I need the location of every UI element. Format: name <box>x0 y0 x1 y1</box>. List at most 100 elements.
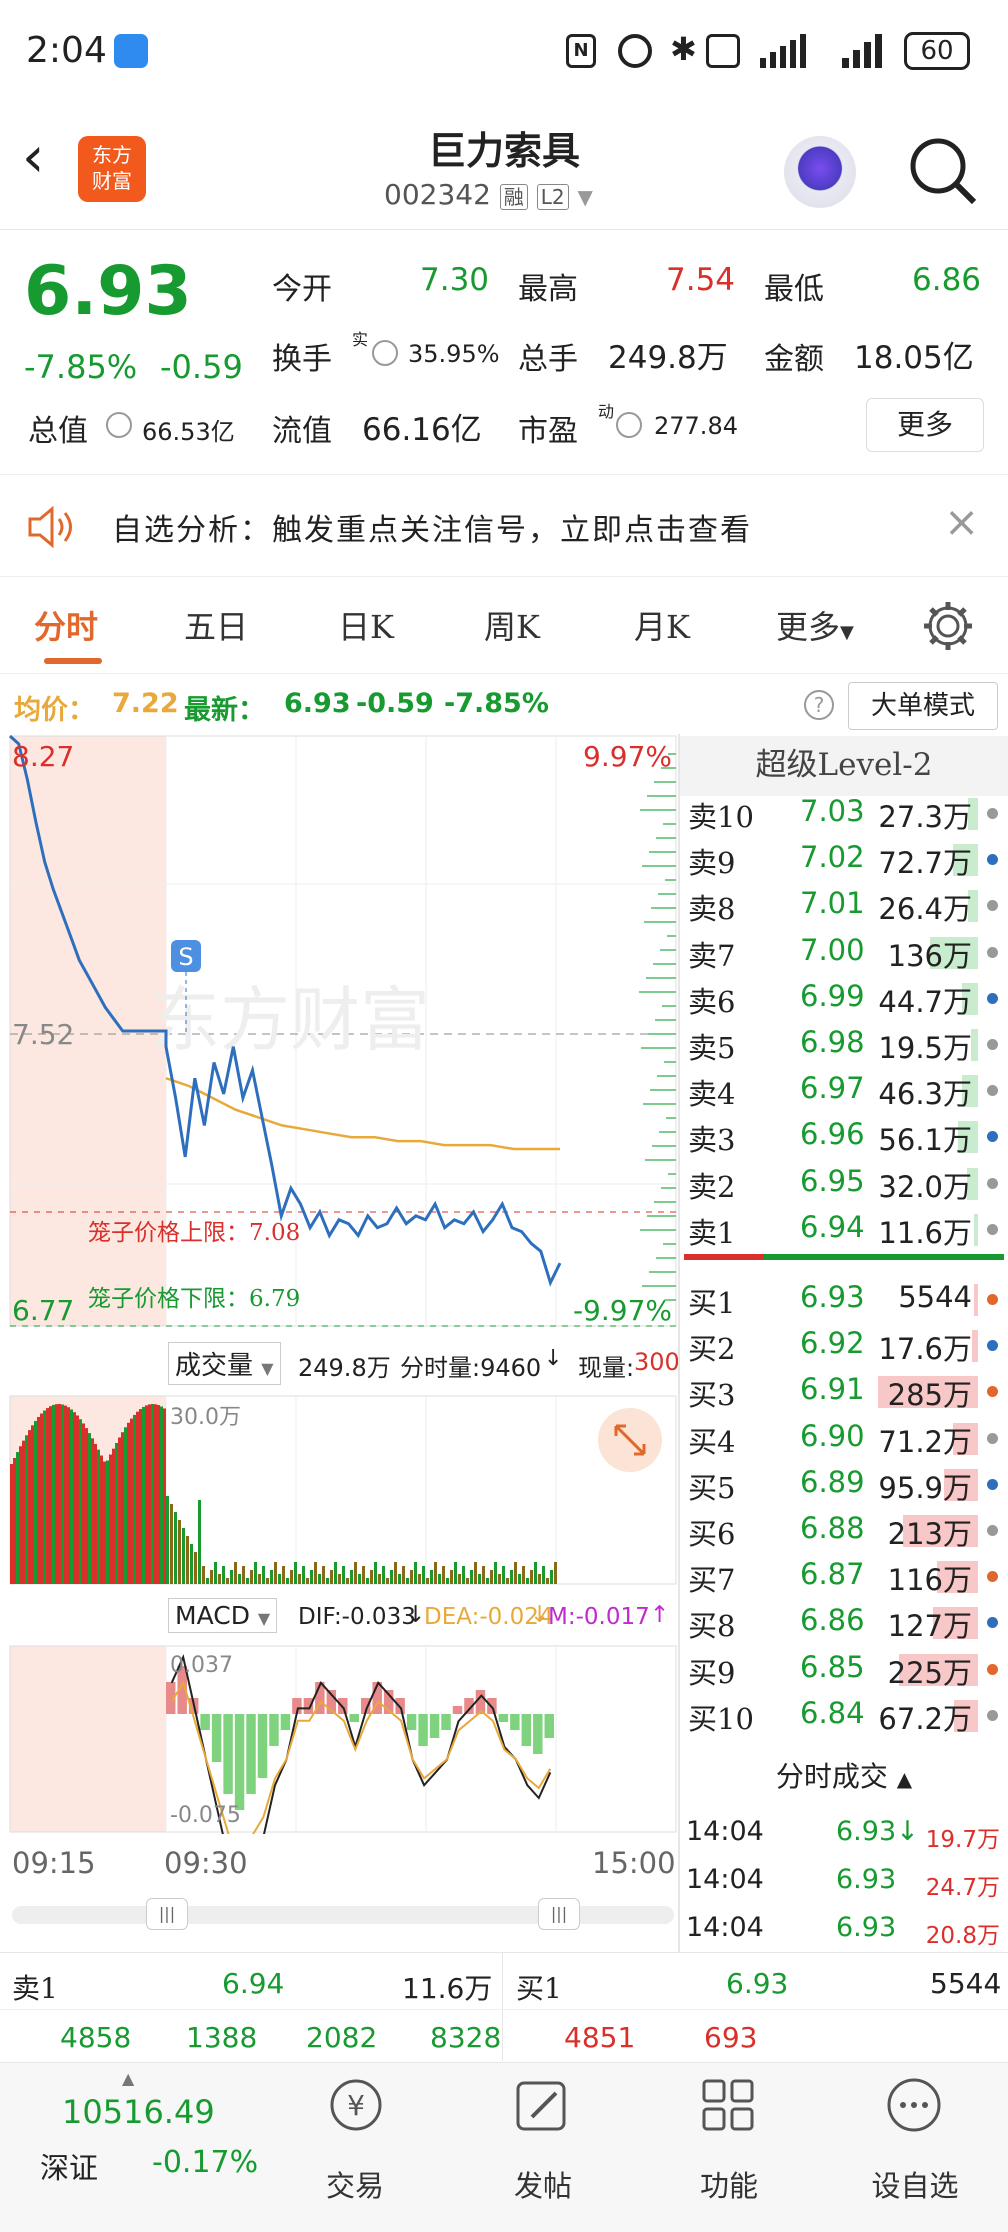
level2-title[interactable]: 超级Level-2 <box>680 736 1008 796</box>
bid-row[interactable]: 买9 6.85 225万 <box>688 1646 1008 1692</box>
bid-row[interactable]: 买6 6.88 213万 <box>688 1507 1008 1553</box>
bid-row[interactable]: 买5 6.89 95.9万 <box>688 1461 1008 1507</box>
tick-row: 14:04 6.93 20.8万 <box>686 1906 1002 1952</box>
volume-bar <box>16 1452 19 1584</box>
tab-month-k[interactable]: 月K <box>634 602 690 648</box>
help-icon[interactable]: ? <box>804 690 834 720</box>
nav-trade[interactable]: 交易 <box>290 2163 420 2205</box>
volume-bar <box>85 1428 88 1584</box>
volume-bar <box>210 1570 213 1584</box>
volume-bar <box>506 1578 509 1584</box>
nav-add-watchlist[interactable]: 设自选 <box>850 2163 980 2205</box>
volume-bar <box>115 1442 118 1584</box>
nav-functions[interactable]: 功能 <box>664 2163 794 2205</box>
ask-row[interactable]: 卖3 6.96 56.1万 <box>688 1113 1008 1159</box>
volume-bar <box>174 1512 177 1584</box>
info-icon[interactable] <box>372 340 398 366</box>
tab-day-k[interactable]: 日K <box>338 602 394 648</box>
robot-assistant-icon[interactable] <box>784 136 856 208</box>
tick-volume: 19.7万 <box>925 1827 1000 1853</box>
ask-row[interactable]: 卖5 6.98 19.5万 <box>688 1021 1008 1067</box>
tab-more[interactable]: 更多▼ <box>776 602 854 648</box>
m-arrow-icon: ↑ <box>650 1602 670 1628</box>
bid-label: 买9 <box>688 1655 736 1690</box>
volume-selector[interactable]: 成交量 ▼ <box>168 1342 281 1385</box>
range-handle-right[interactable]: ||| <box>538 1898 580 1930</box>
ask-row[interactable]: 卖8 7.01 26.4万 <box>688 882 1008 928</box>
volume-bar <box>290 1570 293 1584</box>
info-icon-2[interactable] <box>106 412 132 438</box>
volume-bar <box>118 1437 121 1584</box>
post-icon[interactable] <box>512 2075 572 2135</box>
macd-selector-label: MACD <box>175 1601 250 1630</box>
close-icon[interactable]: × <box>944 497 979 546</box>
volume-bar <box>342 1566 345 1584</box>
macd-bar <box>211 1714 222 1762</box>
volume-bar <box>434 1562 437 1584</box>
ticks-header[interactable]: 分时成交 ▲ <box>680 1752 1008 1804</box>
ask-vol: 27.3万 <box>878 800 972 834</box>
big-order-mode-button[interactable]: 大单模式 <box>848 682 998 730</box>
macd-bar <box>223 1714 233 1794</box>
more-button[interactable]: 更多 <box>866 398 984 452</box>
tab-week-k[interactable]: 周K <box>484 602 540 648</box>
bid-row[interactable]: 买10 6.84 67.2万 <box>688 1692 1008 1738</box>
volume-bar <box>534 1562 537 1584</box>
index-value[interactable]: 10516.49 <box>62 2093 215 2131</box>
volume-bar <box>330 1570 333 1584</box>
search-icon[interactable] <box>908 136 978 206</box>
functions-icon[interactable] <box>698 2075 758 2135</box>
stock-code-row[interactable]: 002342 融 L2 ▼ <box>384 178 593 211</box>
volume-bar <box>170 1504 173 1584</box>
trade-icon[interactable]: ¥ <box>326 2075 386 2135</box>
intraday-chart[interactable]: 东方财富 S 8.27 7.52 6.77 9.97% -9.97% 笼子价格上… <box>0 734 678 1334</box>
ask-price: 7.02 <box>800 840 865 875</box>
add-watchlist-icon[interactable] <box>884 2075 944 2135</box>
signal-text: S <box>178 943 193 971</box>
watermark: 东方财富 <box>150 979 430 1061</box>
macd-chart[interactable]: 0.037 -0.075 <box>0 1644 678 1834</box>
ask-row[interactable]: 卖1 6.94 11.6万 <box>688 1206 1008 1252</box>
bid-row[interactable]: 买4 6.90 71.2万 <box>688 1415 1008 1461</box>
volume-bar <box>79 1419 82 1584</box>
tab-five-day[interactable]: 五日 <box>184 602 248 648</box>
tab-fenshi[interactable]: 分时 <box>34 602 98 648</box>
bid-vol: 213万 <box>887 1517 972 1551</box>
info-icon-3[interactable] <box>616 412 642 438</box>
ask-vol: 44.7万 <box>878 984 972 1019</box>
volume-bar <box>422 1566 425 1584</box>
volume-bar <box>94 1443 97 1584</box>
ask-row[interactable]: 卖2 6.95 32.0万 <box>688 1160 1008 1206</box>
volume-bar <box>438 1574 441 1584</box>
settings-gear-icon[interactable] <box>922 600 974 652</box>
volume-bar <box>386 1578 389 1584</box>
ask-label: 卖6 <box>688 984 736 1019</box>
ask-row[interactable]: 卖9 7.02 72.7万 <box>688 836 1008 882</box>
volume-bar <box>382 1566 385 1584</box>
macd-selector[interactable]: MACD ▼ <box>168 1598 278 1633</box>
ask-row[interactable]: 卖7 7.00 136万 <box>688 929 1008 975</box>
nav-post[interactable]: 发帖 <box>478 2163 608 2205</box>
volume-bar <box>186 1536 189 1584</box>
range-handle-left[interactable]: ||| <box>146 1898 188 1930</box>
bid-row[interactable]: 买7 6.87 116万 <box>688 1553 1008 1599</box>
analysis-banner[interactable]: 自选分析：触发重点关注信号，立即点击查看 × <box>0 474 1008 577</box>
bid-row[interactable]: 买3 6.91 285万 <box>688 1368 1008 1414</box>
bid-row[interactable]: 买8 6.86 127万 <box>688 1599 1008 1645</box>
bid-split-2: 693 <box>704 2021 758 2054</box>
order-dot-icon <box>987 1223 998 1235</box>
change-value: -0.59 <box>160 348 243 386</box>
volume-chart[interactable]: 30.0万 <box>0 1394 678 1586</box>
bid-row[interactable]: 买2 6.92 17.6万 <box>688 1322 1008 1368</box>
ask-row[interactable]: 卖6 6.99 44.7万 <box>688 975 1008 1021</box>
volume-value: 249.8万 <box>608 340 728 376</box>
ask-price: 6.99 <box>800 978 865 1013</box>
ask-vol: 26.4万 <box>878 892 972 927</box>
ask-split-2: 1388 <box>186 2021 258 2054</box>
ask-row[interactable]: 卖10 7.03 27.3万 <box>688 790 1008 836</box>
ask-row[interactable]: 卖4 6.97 46.3万 <box>688 1067 1008 1113</box>
caret-up-icon: ▲ <box>896 1767 913 1791</box>
volume-bar <box>366 1578 369 1584</box>
bid-row[interactable]: 买1 6.93 5544 <box>688 1276 1008 1322</box>
volume-bar <box>82 1423 85 1584</box>
